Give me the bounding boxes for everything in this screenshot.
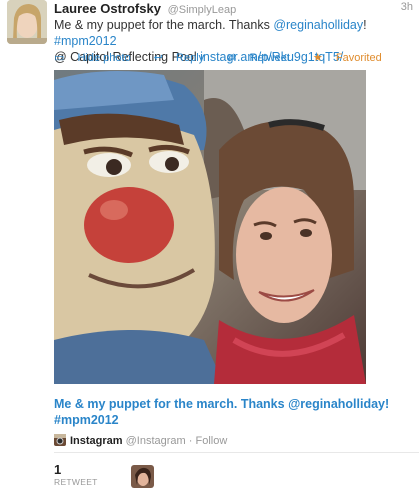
retweet-count-label: RETWEET: [54, 477, 98, 487]
exclamation: !: [363, 18, 367, 32]
tweet: Lauree Ostrofsky @SimplyLeap 3h Me & my …: [0, 0, 419, 500]
tweet-photo[interactable]: [54, 70, 366, 384]
retweet-label: Retweet: [249, 52, 290, 64]
retweet-action[interactable]: ⇄ Retweet: [227, 52, 300, 64]
media-source: Instagram @Instagram · Follow: [54, 434, 227, 447]
divider: [54, 452, 419, 453]
author-handle[interactable]: @SimplyLeap: [168, 4, 237, 16]
retweet-count: 1: [54, 462, 62, 477]
retweet-stats[interactable]: 1 RETWEET: [54, 462, 98, 487]
mention-link[interactable]: @reginaholliday: [273, 18, 363, 32]
reply-label: Reply: [176, 52, 205, 64]
reply-action[interactable]: ↩ Reply: [154, 52, 214, 64]
retweeter-avatar[interactable]: [131, 465, 154, 488]
instagram-icon: [54, 434, 66, 446]
timestamp[interactable]: 3h: [401, 1, 413, 13]
star-icon: ★: [312, 52, 323, 64]
follow-link[interactable]: Follow: [196, 435, 228, 447]
tweet-text-body: Me & my puppet for the march. Thanks: [54, 18, 274, 32]
author-name[interactable]: Lauree Ostrofsky: [54, 1, 161, 16]
hashtag-link[interactable]: #mpm2012: [54, 34, 117, 48]
author-avatar[interactable]: [7, 0, 47, 44]
tweet-actions: ▭ Hide photo ↩ Reply ⇄ Retweet ★ Favorit…: [54, 51, 402, 64]
tweet-header: Lauree Ostrofsky @SimplyLeap 3h: [54, 1, 413, 17]
source-name[interactable]: Instagram: [70, 435, 123, 447]
favorited-action[interactable]: ★ Favorited: [313, 52, 392, 64]
source-separator: ·: [188, 435, 193, 447]
media-caption[interactable]: Me & my puppet for the march. Thanks @re…: [54, 396, 412, 428]
retweet-icon: ⇄: [227, 52, 237, 64]
photo-icon: ▭: [54, 52, 65, 64]
reply-icon: ↩: [153, 52, 163, 64]
hide-photo-label: Hide photo: [77, 52, 131, 64]
favorited-label: Favorited: [335, 52, 382, 64]
hide-photo-action[interactable]: ▭ Hide photo: [54, 52, 141, 64]
source-handle[interactable]: @Instagram: [126, 435, 186, 447]
